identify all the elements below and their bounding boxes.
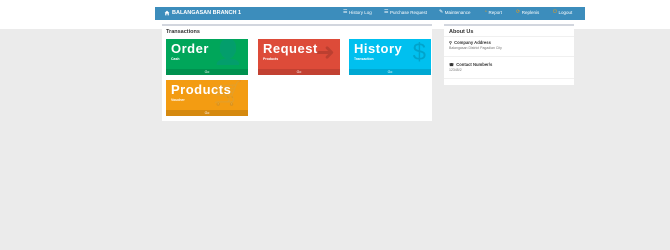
user-icon: 👤 — [213, 39, 243, 66]
power-icon: ⏻ — [553, 9, 557, 15]
about-title: About Us — [449, 29, 474, 35]
contact-label: Contact Number/s — [456, 62, 493, 67]
phone-icon: ☎ — [449, 62, 455, 67]
divider — [444, 36, 574, 37]
products-tile-title: Products — [171, 82, 232, 97]
about-panel: About Us ⚲ Company Address Balangasan Di… — [444, 24, 574, 85]
list-icon: ☰ — [384, 9, 389, 15]
home-icon — [164, 10, 170, 16]
map-marker-icon: ⚲ — [449, 40, 453, 45]
nav-purchase-request-label: Purchase Request — [389, 10, 428, 15]
nav-replenis-label: Replenis — [521, 10, 540, 15]
history-tile-title: History — [354, 41, 403, 56]
request-tile-title: Request — [263, 41, 318, 56]
refresh-icon: ⟳ — [516, 9, 521, 15]
brand-label: BALANGASAN BRANCH 1 — [172, 10, 242, 16]
brand-link[interactable]: BALANGASAN BRANCH 1 — [164, 10, 241, 16]
nav-purchase-request[interactable]: ☰ Purchase Request — [384, 9, 428, 16]
list-icon: ☰ — [343, 9, 348, 15]
navbar-bar: BALANGASAN BRANCH 1 ☰ History Log ☰ Purc… — [155, 7, 585, 20]
wrench-icon: ✎ — [439, 9, 444, 15]
nav-maintenance-label: Maintenance — [444, 10, 471, 15]
nav-logout-label: Logout — [558, 10, 573, 15]
contact-value: 12345/2 — [449, 68, 462, 72]
divider — [444, 78, 574, 79]
history-go-link[interactable]: Go — [349, 69, 431, 75]
nav-replenis[interactable]: ⟳ Replenis — [516, 9, 540, 16]
contact-heading: ☎ Contact Number/s — [449, 62, 492, 67]
nav-report-label: Report — [488, 10, 503, 15]
order-go-link[interactable]: Go — [166, 69, 248, 75]
order-tile[interactable]: 👤 Order Cash Go — [166, 39, 248, 75]
dollar-icon: $ — [412, 39, 426, 66]
transactions-title: Transactions — [166, 29, 200, 35]
products-tile[interactable]: 🛒 Products Voucher Go — [166, 80, 248, 116]
history-tile[interactable]: $ History Transaction Go — [349, 39, 431, 75]
nav-history-log[interactable]: ☰ History Log — [343, 9, 372, 16]
nav-logout[interactable]: ⏻ Logout — [553, 9, 573, 16]
nav-maintenance[interactable]: ✎ Maintenance — [439, 9, 471, 16]
products-go-link[interactable]: Go — [166, 110, 248, 116]
request-tile-subtitle: Products — [263, 57, 279, 61]
nav-history-log-label: History Log — [348, 10, 372, 15]
products-tile-subtitle: Voucher — [171, 98, 185, 102]
request-go-link[interactable]: Go — [258, 69, 340, 75]
company-address-value: Balangasan District Pagadian City — [449, 46, 502, 50]
order-tile-subtitle: Cash — [171, 57, 180, 61]
order-tile-title: Order — [171, 41, 209, 56]
history-tile-subtitle: Transaction — [354, 57, 374, 61]
company-address-heading: ⚲ Company Address — [449, 40, 491, 45]
company-address-label: Company Address — [454, 40, 491, 45]
divider — [444, 56, 574, 57]
nav-report[interactable]: ◔ Report — [484, 9, 503, 16]
chart-icon: ◔ — [484, 9, 488, 15]
request-tile[interactable]: ➜ Request Products Go — [258, 39, 340, 75]
